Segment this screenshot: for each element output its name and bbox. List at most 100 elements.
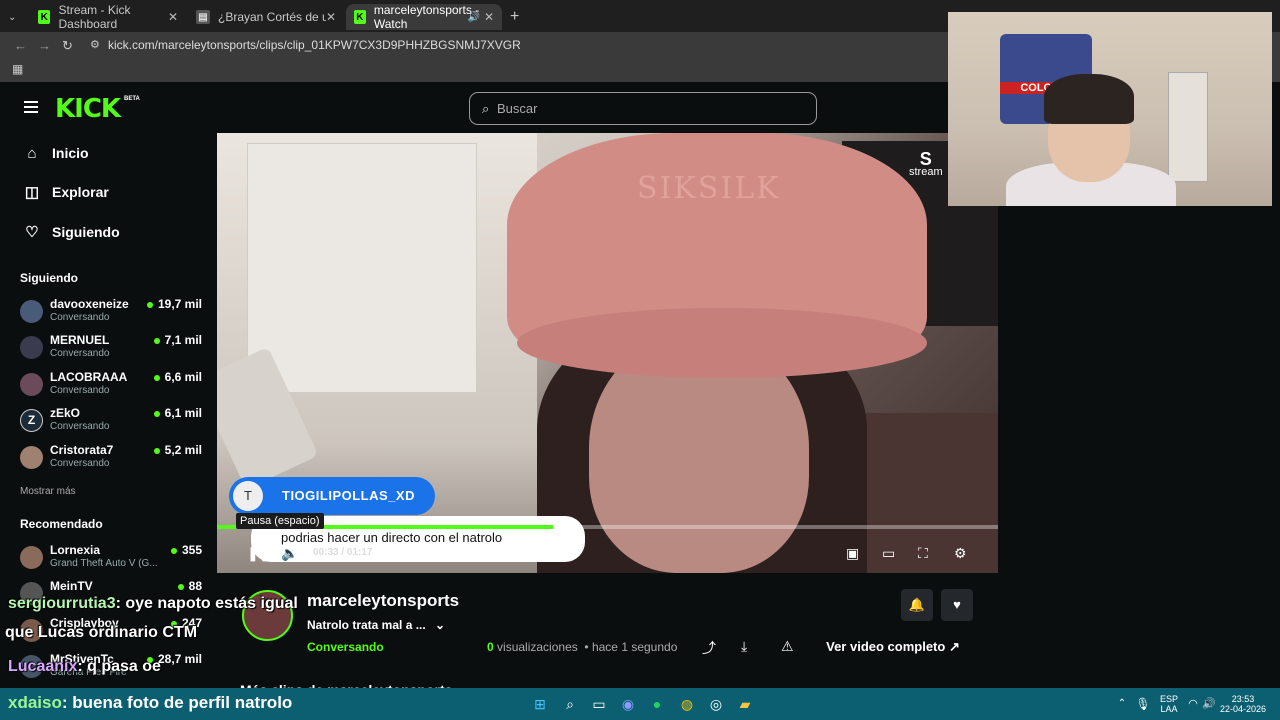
- apps-grid-icon[interactable]: ▦: [12, 62, 23, 76]
- following-channel[interactable]: Z zEkO Conversando 6,1 mil: [20, 405, 206, 437]
- recommended-channel[interactable]: Lornexia Grand Theft Auto V (G... 355: [20, 542, 206, 574]
- webcam-overlay: COLO CO: [948, 12, 1272, 206]
- hat-logo-text: SIKSILK: [637, 171, 781, 206]
- share-icon[interactable]: ⤴: [702, 638, 716, 658]
- avatar: [20, 546, 43, 569]
- tab-list-button[interactable]: ⌄: [8, 4, 24, 30]
- clock[interactable]: 23:53 22-04-2026: [1220, 694, 1266, 714]
- video-player[interactable]: SIKSILK Sstream T TIOGILIPOLLAS_XD podri…: [217, 133, 998, 573]
- channel-category: Conversando: [50, 348, 110, 359]
- views-count: 0: [487, 640, 494, 654]
- viewer-count-value: 7,1 mil: [164, 333, 202, 347]
- report-icon[interactable]: ⚠: [781, 638, 794, 655]
- following-title: Siguiendo: [20, 271, 78, 285]
- nav-siguiendo[interactable]: ♡ Siguiendo: [24, 220, 119, 244]
- search-icon[interactable]: ⌕: [561, 695, 579, 713]
- avatar: Z: [20, 409, 43, 432]
- speaker-icon[interactable]: 🔊: [468, 12, 480, 23]
- tab-news[interactable]: ▤ ¿Brayan Cortés de urgencia a C ✕: [188, 4, 344, 30]
- overlay-chat-text: : buena foto de perfil natrolo: [61, 693, 293, 712]
- streamer-name[interactable]: marceleytonsports: [307, 591, 459, 611]
- chevron-down-icon: ⌄: [435, 618, 446, 632]
- overlay-chat-user: Lucaanix: [8, 658, 78, 675]
- spotify-icon[interactable]: ●: [648, 695, 666, 713]
- following-channel[interactable]: MERNUEL Conversando 7,1 mil: [20, 332, 206, 364]
- search-input[interactable]: ⌕ Buscar: [469, 92, 817, 125]
- bell-icon[interactable]: 🔔: [901, 589, 933, 621]
- overlay-chat-line: xdaiso: buena foto de perfil natrolo: [8, 693, 292, 713]
- chat-user-avatar: T: [233, 481, 263, 511]
- channel-name: davooxeneize: [50, 297, 129, 311]
- overlay-chat-line: sergiourrutia3: oye napoto estás igual: [8, 595, 298, 613]
- channel-name: Cristorata7: [50, 443, 114, 457]
- channel-name: MERNUEL: [50, 333, 110, 347]
- avatar: [20, 300, 43, 323]
- kick-logo[interactable]: KICK: [55, 94, 121, 124]
- channel-category: Conversando: [50, 458, 110, 469]
- obs-icon[interactable]: ◎: [707, 695, 725, 713]
- viewer-count: 7,1 mil: [153, 333, 202, 347]
- discord-icon[interactable]: ◉: [619, 695, 637, 713]
- download-icon[interactable]: ⤓: [741, 638, 747, 655]
- keyboard-layout: LAA: [1160, 704, 1178, 714]
- nav-inicio[interactable]: ⌂ Inicio: [24, 141, 88, 165]
- theater-mode-icon[interactable]: ▭: [882, 545, 895, 562]
- chrome-icon[interactable]: ◍: [678, 695, 696, 713]
- volume-icon[interactable]: 🔊: [1200, 695, 1218, 713]
- tab-kick-dashboard[interactable]: K Stream - Kick Dashboard ✕: [30, 3, 186, 31]
- show-more-link[interactable]: Mostrar más: [20, 486, 76, 497]
- clip-category[interactable]: Conversando: [307, 640, 384, 654]
- tab-label: ¿Brayan Cortés de urgencia a C: [218, 10, 326, 24]
- settings-icon[interactable]: ⚙: [954, 545, 967, 562]
- full-video-button[interactable]: Ver video completo ↗: [813, 632, 973, 662]
- webcam-hair: [1044, 74, 1134, 124]
- beta-badge: BETA: [124, 96, 140, 102]
- overlay-chat-text: : q pasa oe: [77, 658, 161, 675]
- new-tab-button[interactable]: +: [506, 4, 526, 30]
- external-link-icon: ↗: [948, 639, 960, 654]
- progress-bar[interactable]: [217, 525, 998, 529]
- channel-name: zEkO: [50, 406, 81, 420]
- menu-icon[interactable]: [24, 101, 38, 113]
- forward-arrow-icon[interactable]: →: [38, 38, 51, 53]
- volume-icon[interactable]: 🔈: [281, 545, 298, 562]
- task-view-icon[interactable]: ▭: [590, 695, 608, 713]
- back-arrow-icon[interactable]: ←: [14, 38, 27, 53]
- tab-watch[interactable]: K marceleytonsports - Watch 🔊 ✕: [346, 3, 502, 31]
- search-icon: ⌕: [482, 101, 490, 116]
- reload-icon[interactable]: ↻: [62, 38, 73, 54]
- time-display: 00:33 / 01:17: [313, 547, 373, 558]
- viewer-count-value: 19,7 mil: [157, 297, 202, 311]
- channel-name: MeinTV: [50, 579, 93, 593]
- microphone-icon[interactable]: 🎙: [1134, 695, 1152, 713]
- nav-explorar[interactable]: ◫ Explorar: [24, 180, 109, 204]
- heart-icon[interactable]: ♥: [941, 589, 973, 621]
- language-code: ESP: [1160, 694, 1179, 704]
- fullscreen-icon[interactable]: ⛶: [918, 545, 928, 562]
- channel-name: Lornexia: [50, 543, 101, 557]
- language-indicator[interactable]: ESP LAA: [1160, 694, 1178, 714]
- viewer-count-value: 6,1 mil: [164, 406, 202, 420]
- following-channel[interactable]: Cristorata7 Conversando 5,2 mil: [20, 442, 206, 474]
- pause-icon[interactable]: ❚❚: [247, 545, 270, 562]
- close-icon[interactable]: ✕: [326, 10, 336, 24]
- url-text[interactable]: kick.com/marceleytonsports/clips/clip_01…: [108, 38, 521, 52]
- windows-start-icon[interactable]: ⊞: [531, 695, 549, 713]
- close-icon[interactable]: ✕: [168, 10, 178, 24]
- overlay-chat-line: que Lucas ordinario CTM: [5, 624, 197, 642]
- close-icon[interactable]: ✕: [484, 10, 494, 24]
- clock-time: 23:53: [1231, 694, 1255, 704]
- file-explorer-icon[interactable]: ▰: [736, 695, 754, 713]
- following-channel[interactable]: davooxeneize Conversando 19,7 mil: [20, 296, 206, 328]
- following-channel[interactable]: LACOBRAAA Conversando 6,6 mil: [20, 369, 206, 401]
- plus-icon: +: [510, 8, 520, 25]
- clip-title[interactable]: Natrolo trata mal a ... ⌄: [307, 618, 445, 632]
- chevron-up-icon[interactable]: ⌃: [1113, 695, 1131, 713]
- miniplayer-icon[interactable]: ▣: [846, 545, 859, 562]
- kick-favicon-icon: K: [354, 10, 366, 24]
- site-info-icon[interactable]: ⚙: [90, 38, 100, 51]
- live-dot-icon: [153, 374, 160, 381]
- taskbar: ⊞ ⌕ ▭ ◉ ● ◍ ◎ ▰ ⌃ 🎙 ESP LAA ◠ 🔊 23:53 22-0…: [520, 688, 1280, 720]
- channel-name: LACOBRAAA: [50, 370, 128, 384]
- overlay-chat-text: que Lucas ordinario CTM: [5, 624, 198, 641]
